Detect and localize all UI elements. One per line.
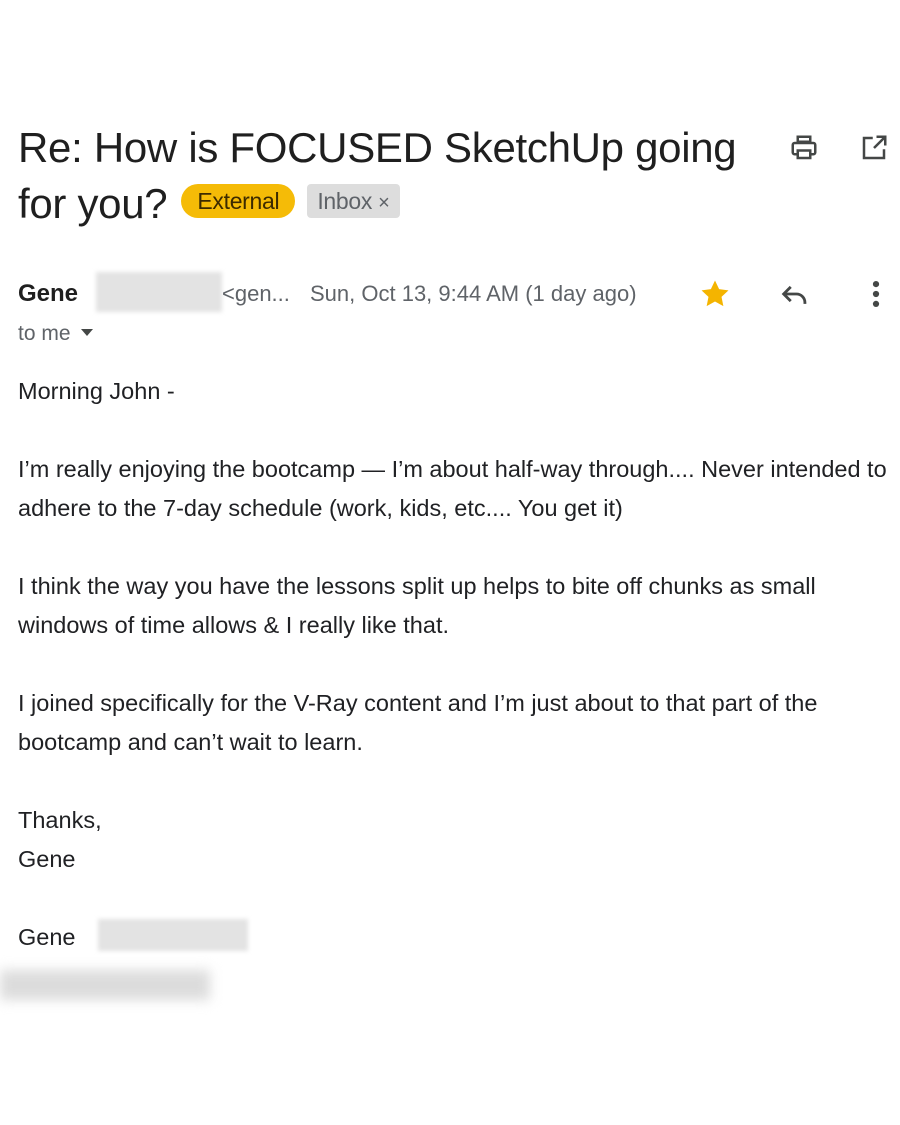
redacted-signature-surname bbox=[98, 919, 248, 951]
remove-label-icon[interactable]: × bbox=[378, 192, 390, 214]
sender-name[interactable]: Gene bbox=[18, 276, 78, 312]
body-paragraph: I’m really enjoying the bootcamp — I’m a… bbox=[18, 456, 887, 521]
inbox-label-chip[interactable]: Inbox × bbox=[307, 183, 400, 218]
open-in-new-window-icon[interactable] bbox=[856, 130, 892, 166]
signoff: Gene bbox=[18, 846, 76, 872]
sender-email: <gen... bbox=[222, 281, 290, 306]
greeting: Morning John - bbox=[18, 378, 175, 404]
recipient-text: to me bbox=[18, 322, 71, 345]
external-label-chip: External bbox=[181, 183, 296, 218]
email-body: Morning John - I’m really enjoying the b… bbox=[0, 372, 888, 1000]
print-icon[interactable] bbox=[786, 130, 822, 166]
star-icon[interactable] bbox=[698, 277, 732, 321]
body-paragraph: I think the way you have the lessons spl… bbox=[18, 573, 816, 638]
body-paragraph: I joined specifically for the V-Ray cont… bbox=[18, 690, 818, 755]
email-subject: Re: How is FOCUSED SketchUp going for yo… bbox=[18, 120, 778, 232]
redacted-signature-details bbox=[0, 970, 210, 1000]
signature: Gene bbox=[0, 918, 888, 1000]
inbox-label-text: Inbox bbox=[317, 187, 373, 214]
more-vert-icon[interactable] bbox=[864, 277, 888, 321]
recipient-row[interactable]: to me bbox=[18, 320, 93, 348]
reply-icon[interactable] bbox=[778, 277, 812, 321]
email-date: Sun, Oct 13, 9:44 AM (1 day ago) bbox=[310, 281, 637, 306]
redacted-sender-surname bbox=[96, 272, 222, 312]
subject-header: Re: How is FOCUSED SketchUp going for yo… bbox=[18, 120, 778, 232]
sender-row: Gene <gen... Sun, Oct 13, 9:44 AM (1 day… bbox=[18, 272, 888, 312]
closing: Thanks, bbox=[18, 807, 102, 833]
signature-name: Gene bbox=[18, 924, 76, 950]
chevron-down-icon[interactable] bbox=[80, 328, 93, 336]
